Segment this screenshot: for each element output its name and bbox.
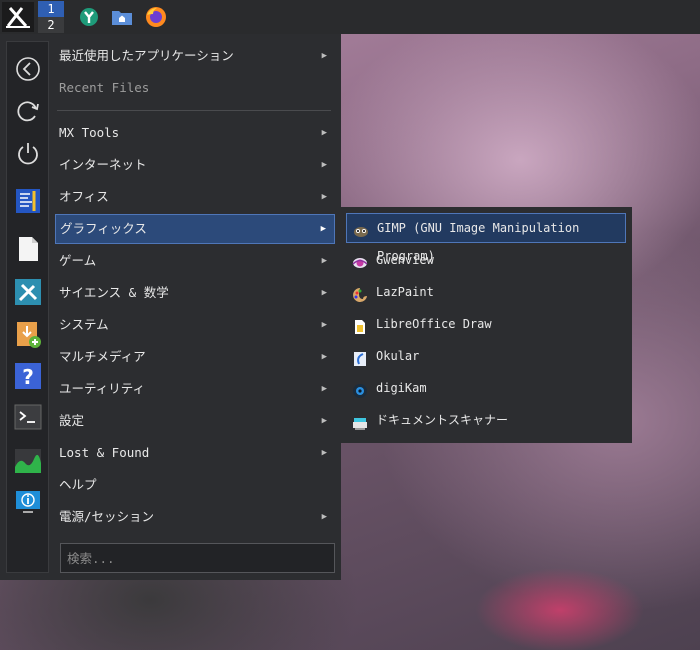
- menu-item-label: Recent Files: [59, 80, 150, 95]
- refresh-icon[interactable]: [14, 97, 42, 125]
- okular-icon: [352, 348, 368, 366]
- graphics-submenu: GIMP (GNU Image Manipulation Program) Gw…: [341, 207, 632, 443]
- menu-item-label: グラフィックス: [60, 221, 147, 236]
- submenu-arrow-icon: ▶: [321, 288, 327, 298]
- submenu-item-okular[interactable]: Okular: [346, 341, 626, 371]
- submenu-item-libreoffice-draw[interactable]: LibreOffice Draw: [346, 309, 626, 339]
- search-input[interactable]: [60, 543, 335, 573]
- tools-icon[interactable]: [14, 278, 42, 306]
- submenu-item-gwenview[interactable]: Gwenview: [346, 245, 626, 275]
- submenu-item-label: ドキュメントスキャナー: [376, 413, 509, 427]
- taskbar: 1 2: [0, 0, 700, 34]
- menu-item-settings[interactable]: 設定 ▶: [55, 406, 335, 436]
- submenu-item-label: digiKam: [376, 381, 427, 395]
- submenu-arrow-icon: ▶: [321, 51, 327, 61]
- submenu-item-document-scanner[interactable]: ドキュメントスキャナー: [346, 405, 626, 435]
- scanner-icon: [352, 412, 368, 430]
- menu-item-label: サイエンス & 数学: [59, 285, 169, 300]
- menu-item-label: ゲーム: [59, 253, 97, 268]
- submenu-arrow-icon: ▶: [321, 448, 327, 458]
- menu-item-label: インターネット: [59, 157, 147, 172]
- menu-item-label: 設定: [59, 413, 85, 428]
- gwenview-icon: [352, 252, 368, 268]
- menu-item-label: ユーティリティ: [59, 381, 146, 396]
- menu-item-science-math[interactable]: サイエンス & 数学 ▶: [55, 278, 335, 308]
- submenu-arrow-icon: ▶: [321, 512, 327, 522]
- menu-item-label: オフィス: [59, 189, 109, 204]
- submenu-arrow-icon: ▶: [321, 384, 327, 394]
- mx-tweak-icon[interactable]: [77, 5, 101, 29]
- application-menu: ? 最近使用したアプリケーション ▶ Recent Files MX Tools…: [0, 34, 341, 580]
- menu-item-help[interactable]: ヘルプ: [55, 470, 335, 500]
- menu-item-multimedia[interactable]: マルチメディア ▶: [55, 342, 335, 372]
- system-monitor-icon[interactable]: [14, 447, 42, 475]
- menu-item-system[interactable]: システム ▶: [55, 310, 335, 340]
- submenu-arrow-icon: ▶: [320, 224, 326, 234]
- submenu-item-label: Gwenview: [376, 253, 434, 267]
- submenu-arrow-icon: ▶: [321, 256, 327, 266]
- submenu-arrow-icon: ▶: [321, 160, 327, 170]
- submenu-item-label: LibreOffice Draw: [376, 317, 492, 331]
- workspace-2[interactable]: 2: [38, 17, 64, 33]
- menu-item-label: 電源/セッション: [59, 509, 155, 524]
- menu-item-graphics[interactable]: グラフィックス ▶: [55, 214, 335, 244]
- menu-separator: [57, 110, 331, 111]
- firefox-icon[interactable]: [144, 5, 168, 29]
- digikam-icon: [352, 380, 368, 398]
- menu-item-label: ヘルプ: [59, 477, 97, 492]
- submenu-item-gimp[interactable]: GIMP (GNU Image Manipulation Program): [346, 213, 626, 263]
- menu-item-label: Lost & Found: [59, 445, 150, 460]
- editor-icon[interactable]: [14, 187, 42, 215]
- workspace-switcher: 1 2: [38, 1, 64, 33]
- back-icon[interactable]: [14, 55, 42, 83]
- mx-logo-icon[interactable]: [2, 2, 34, 32]
- power-icon[interactable]: [14, 139, 42, 167]
- menu-item-internet[interactable]: インターネット ▶: [55, 150, 335, 180]
- menu-item-office[interactable]: オフィス ▶: [55, 182, 335, 212]
- info-icon[interactable]: [14, 488, 42, 516]
- home-folder-icon[interactable]: [110, 5, 134, 29]
- submenu-arrow-icon: ▶: [321, 416, 327, 426]
- menu-item-mx-tools[interactable]: MX Tools ▶: [55, 118, 335, 148]
- submenu-arrow-icon: ▶: [321, 352, 327, 362]
- gimp-icon: [353, 221, 369, 237]
- menu-sidebar: ?: [6, 41, 49, 573]
- menu-item-label: マルチメディア: [59, 349, 146, 364]
- menu-item-utilities[interactable]: ユーティリティ ▶: [55, 374, 335, 404]
- menu-item-label: 最近使用したアプリケーション: [59, 48, 234, 63]
- menu-item-label: システム: [59, 317, 109, 332]
- document-icon[interactable]: [14, 235, 42, 263]
- menu-item-games[interactable]: ゲーム ▶: [55, 246, 335, 276]
- installer-icon[interactable]: [14, 321, 42, 349]
- workspace-1[interactable]: 1: [38, 1, 64, 17]
- menu-item-recent-files[interactable]: Recent Files: [55, 73, 335, 103]
- submenu-arrow-icon: ▶: [321, 128, 327, 138]
- submenu-item-label: Okular: [376, 349, 420, 363]
- submenu-arrow-icon: ▶: [321, 320, 327, 330]
- svg-text:?: ?: [22, 365, 34, 389]
- terminal-icon[interactable]: [14, 403, 42, 431]
- lazpaint-icon: [352, 284, 368, 302]
- submenu-item-digikam[interactable]: digiKam: [346, 373, 626, 403]
- menu-item-recent-apps[interactable]: 最近使用したアプリケーション ▶: [55, 41, 335, 71]
- submenu-arrow-icon: ▶: [321, 192, 327, 202]
- menu-item-label: MX Tools: [59, 125, 120, 140]
- help-icon[interactable]: ?: [14, 362, 42, 390]
- libreoffice-draw-icon: [352, 316, 368, 334]
- menu-item-lost-found[interactable]: Lost & Found ▶: [55, 438, 335, 468]
- submenu-item-lazpaint[interactable]: LazPaint: [346, 277, 626, 307]
- menu-item-power-session[interactable]: 電源/セッション ▶: [55, 502, 335, 532]
- submenu-item-label: LazPaint: [376, 285, 434, 299]
